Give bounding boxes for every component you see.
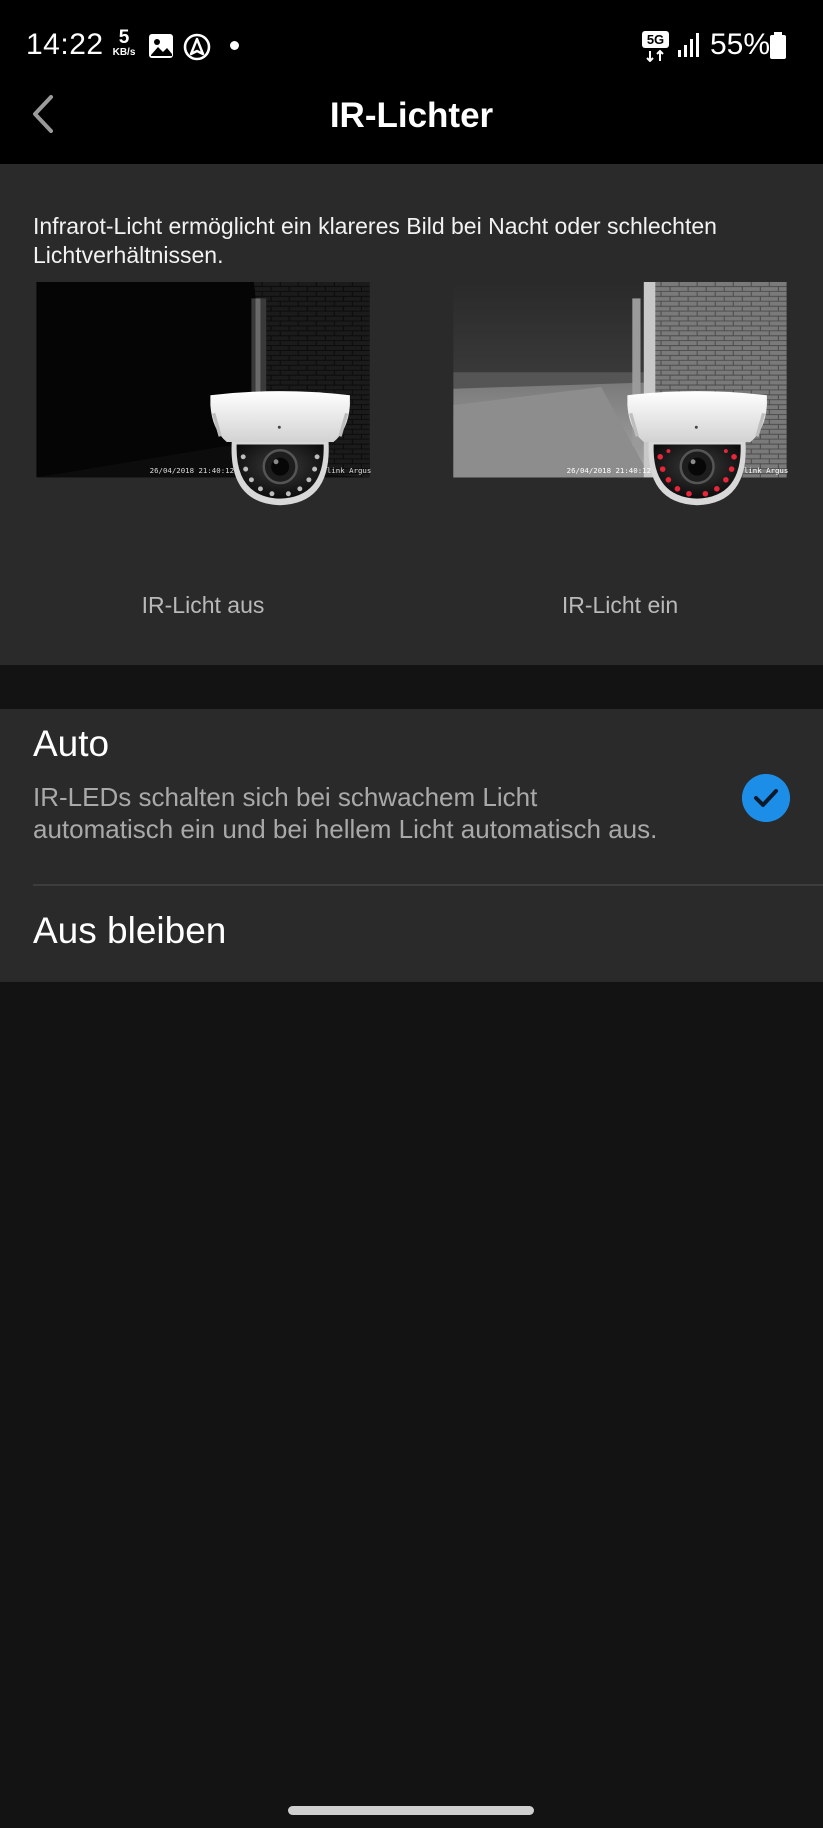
battery-percent: 55% [710,28,771,61]
ir-on-label: IR-Licht ein [561,592,679,618]
ir-description: Infrarot-Licht ermöglicht ein klareres B… [33,213,717,268]
preview-ir-off-image: 26/04/2018 21:40:12 link Argus [36,282,371,506]
screen: 14:22 5 KB/s 5G 55% IR-Lichter Infrarot-… [0,0,823,1828]
network-speed-value: 5 [118,27,130,48]
ir-info-section: Infrarot-Licht ermöglicht ein klareres B… [0,164,823,665]
5g-label: 5G [647,32,664,47]
ir-mode-options: Auto IR-LEDs schalten sich bei schwachem… [0,709,823,982]
navigation-icon [183,33,211,61]
option-stay-off-title: Aus bleiben [33,910,227,951]
option-auto-title: Auto [33,723,110,764]
option-auto[interactable]: Auto IR-LEDs schalten sich bei schwachem… [0,709,823,884]
status-time: 14:22 [26,28,104,61]
battery-icon [770,32,786,59]
preview-brand: link Argus [327,466,371,475]
status-bar: 14:22 5 KB/s 5G 55% [0,0,823,92]
network-speed: 5 KB/s [108,28,140,58]
network-speed-unit: KB/s [112,47,136,58]
page-title: IR-Lichter [329,96,494,135]
preview-timestamp: 26/04/2018 21:40:12 [567,466,651,475]
home-indicator[interactable] [288,1806,534,1815]
checkmark-icon [742,774,790,822]
preview-ir-on-image: 26/04/2018 21:40:12 link Argus [453,282,788,506]
preview-brand: link Argus [744,466,788,475]
app-header: IR-Lichter [0,92,823,164]
preview-timestamp: 26/04/2018 21:40:12 [150,466,234,475]
option-stay-off[interactable]: Aus bleiben [0,886,823,982]
option-auto-description: IR-LEDs schalten sich bei schwachem Lich… [33,782,658,844]
gallery-icon [149,34,173,58]
ir-off-label: IR-Licht aus [141,592,265,618]
5g-icon: 5G [642,31,669,62]
notification-dot [230,41,239,50]
signal-icon [678,33,699,57]
